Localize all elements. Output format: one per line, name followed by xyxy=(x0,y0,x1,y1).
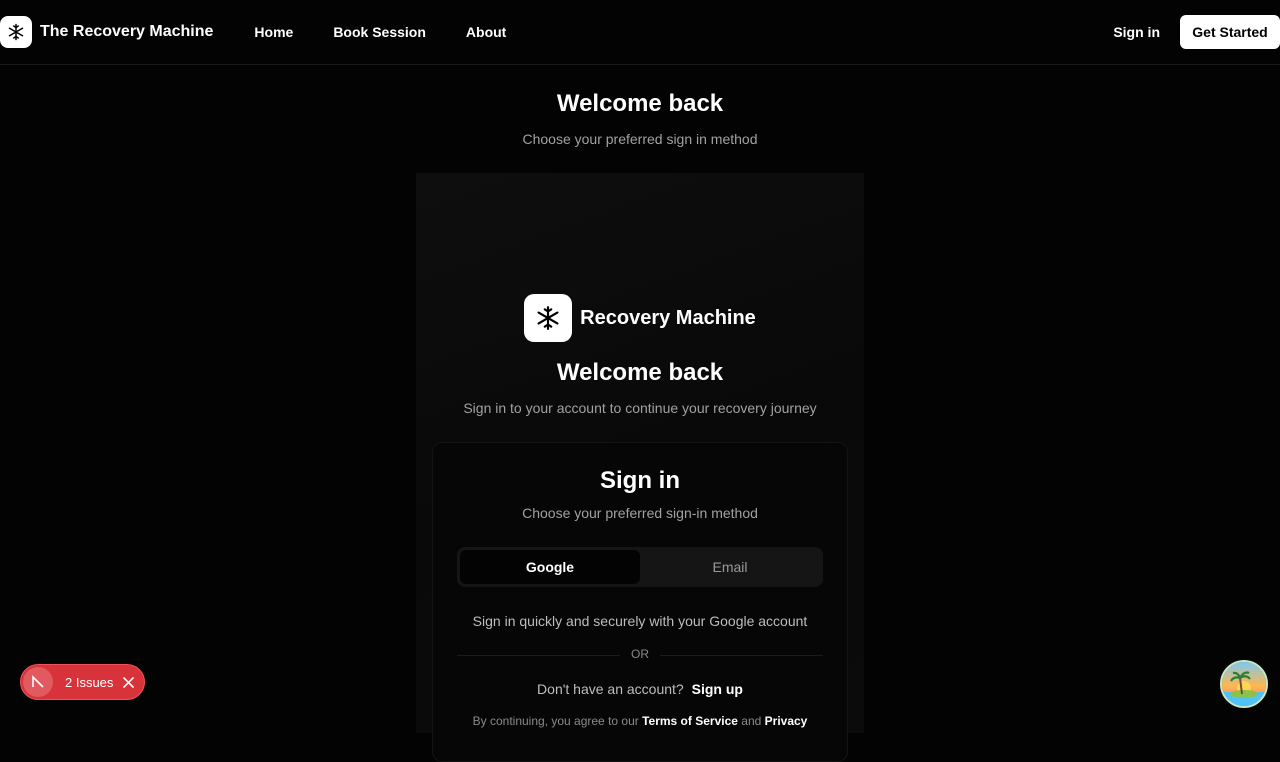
nav-book-session[interactable]: Book Session xyxy=(313,24,446,40)
signup-prompt: Don't have an account? xyxy=(537,681,684,697)
page-title: Welcome back xyxy=(556,90,724,117)
get-started-button[interactable]: Get Started xyxy=(1180,15,1280,49)
panel-brand: Recovery Machine xyxy=(416,294,864,342)
snowflake-icon xyxy=(524,294,573,342)
sign-in-card: Sign in Choose your preferred sign-in me… xyxy=(432,442,848,762)
google-note: Sign in quickly and securely with your G… xyxy=(472,613,808,629)
sign-in-panel: Recovery Machine Welcome back Sign in to… xyxy=(416,173,864,762)
sign-in-link[interactable]: Sign in xyxy=(1113,24,1160,40)
panel-subtitle: Sign in to your account to continue your… xyxy=(463,400,817,416)
close-icon[interactable] xyxy=(123,676,135,688)
top-navbar: The Recovery Machine Home Book Session A… xyxy=(0,0,1280,65)
brand-link[interactable]: The Recovery Machine xyxy=(0,16,213,48)
nav-home[interactable]: Home xyxy=(234,24,313,40)
issues-badge[interactable]: 2 Issues xyxy=(20,664,145,700)
terms-and: and xyxy=(741,714,762,728)
user-avatar[interactable] xyxy=(1220,660,1268,708)
sign-up-link[interactable]: Sign up xyxy=(692,681,743,697)
card-title: Sign in xyxy=(600,467,680,494)
signup-row: Don't have an account? Sign up xyxy=(433,681,847,697)
brand-name: The Recovery Machine xyxy=(40,23,214,40)
issues-count: 2 Issues xyxy=(65,674,114,690)
panel-brand-name: Recovery Machine xyxy=(580,306,756,329)
snowflake-icon xyxy=(0,16,32,48)
island-sunset-avatar xyxy=(1222,662,1266,706)
card-subtitle: Choose your preferred sign-in method xyxy=(522,505,758,521)
terms-text: By continuing, you agree to our Terms of… xyxy=(433,714,847,728)
main-nav: Home Book Session About xyxy=(234,24,526,40)
sign-in-method-tabs: Google Email xyxy=(457,547,823,587)
privacy-link[interactable]: Privacy xyxy=(765,714,808,728)
or-divider: OR xyxy=(457,647,823,663)
nav-about[interactable]: About xyxy=(446,24,526,40)
header-actions: Sign in Get Started xyxy=(1113,15,1280,49)
panel-title: Welcome back xyxy=(556,359,724,386)
tab-email[interactable]: Email xyxy=(640,550,820,584)
tab-google[interactable]: Google xyxy=(460,550,640,584)
or-text: OR xyxy=(620,647,660,661)
terms-link[interactable]: Terms of Service xyxy=(642,714,738,728)
terms-prefix: By continuing, you agree to our xyxy=(472,714,639,728)
page-subtitle: Choose your preferred sign in method xyxy=(522,131,758,147)
n-logo-icon xyxy=(23,667,53,697)
